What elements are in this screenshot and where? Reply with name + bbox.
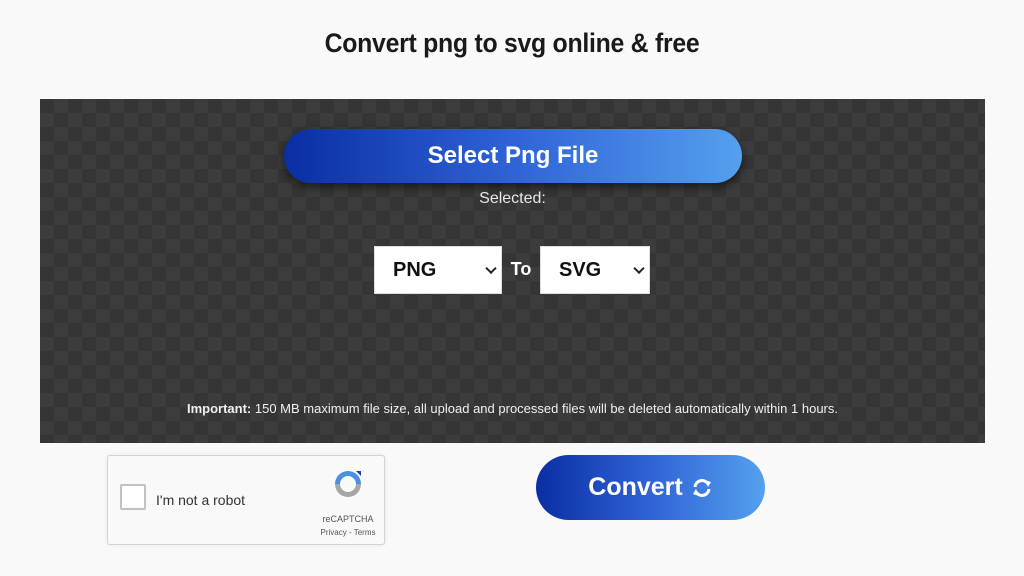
recaptcha-brand: reCAPTCHA <box>322 514 374 524</box>
recaptcha-checkbox[interactable] <box>120 484 146 510</box>
convert-button[interactable]: Convert <box>536 455 765 520</box>
from-format-value: PNG <box>393 258 437 281</box>
upload-dropzone[interactable]: Select Png File Selected: PNG To SVG Imp… <box>40 99 985 443</box>
file-size-notice: Important: 150 MB maximum file size, all… <box>40 401 985 416</box>
chevron-down-icon <box>485 262 497 275</box>
to-label: To <box>510 259 532 279</box>
notice-strong: Important: <box>186 401 252 416</box>
notice-text: 150 MB maximum file size, all upload and… <box>251 401 838 416</box>
to-format-select[interactable]: SVG <box>540 246 650 294</box>
page-title: Convert png to svg online & free <box>324 28 700 58</box>
recaptcha-logo-icon <box>335 471 361 497</box>
convert-label: Convert <box>588 473 683 501</box>
recaptcha-label: I'm not a robot <box>156 492 246 508</box>
recaptcha-links: Privacy - Terms <box>308 528 388 537</box>
refresh-icon <box>692 478 711 497</box>
recaptcha-separator: - <box>346 528 354 537</box>
recaptcha-widget: I'm not a robot reCAPTCHA Privacy - Term… <box>107 455 385 545</box>
from-format-select[interactable]: PNG <box>374 246 502 294</box>
recaptcha-terms-link[interactable]: Terms <box>354 528 376 537</box>
chevron-down-icon <box>633 262 645 275</box>
select-file-button[interactable]: Select Png File <box>284 129 742 183</box>
to-format-value: SVG <box>559 258 602 281</box>
recaptcha-privacy-link[interactable]: Privacy <box>321 528 347 537</box>
selected-file-label: Selected: <box>479 190 546 207</box>
